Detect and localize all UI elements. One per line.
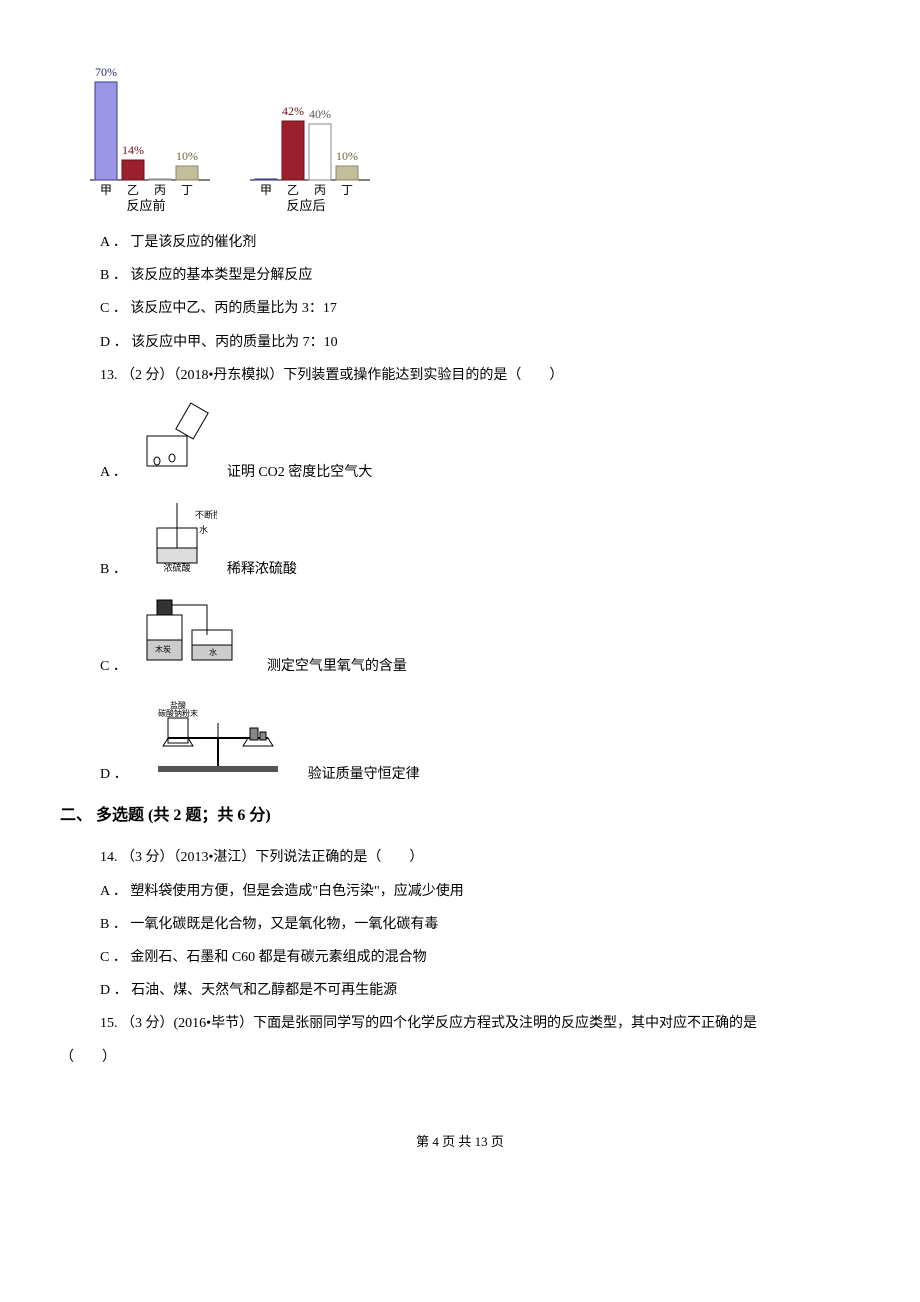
svg-text:不断搅拌: 不断搅拌: [195, 509, 217, 520]
option-prefix: C ．: [100, 950, 127, 965]
option-text: 金刚石、石墨和 C60 都是有碳元素组成的混合物: [130, 950, 426, 965]
svg-text:70%: 70%: [95, 65, 117, 79]
apparatus-oxygen-content-icon: 木炭 水: [137, 590, 257, 679]
option-prefix: C ．: [100, 301, 127, 316]
section-2-header: 二、 多选题 (共 2 题；共 6 分): [60, 802, 860, 831]
q13-stem: 13. （2 分）（2018•丹东模拟）下列装置或操作能达到实验目的的是（ ）: [100, 363, 860, 388]
q13-option-c: C ． 木炭 水 测定空气里氧气的含量: [100, 590, 860, 679]
svg-text:乙: 乙: [287, 183, 299, 197]
svg-text:碳酸钠粉末: 碳酸钠粉末: [158, 708, 198, 718]
option-text: 测定空气里氧气的含量: [267, 654, 407, 679]
q13-option-d: D ． 盐酸 碳酸钠粉末 验证质量守恒定律: [100, 688, 860, 787]
svg-text:40%: 40%: [309, 107, 331, 121]
svg-text:反应后: 反应后: [286, 198, 325, 213]
option-prefix: C ．: [100, 654, 127, 679]
option-text: 稀释浓硫酸: [227, 557, 297, 582]
option-text: 该反应中乙、丙的质量比为 3：17: [130, 301, 337, 316]
apparatus-co2-density-icon: [137, 396, 217, 485]
q14-option-c: C ． 金刚石、石墨和 C60 都是有碳元素组成的混合物: [100, 945, 860, 970]
apparatus-dilute-acid-icon: 不断搅拌 水 浓硫酸: [137, 493, 217, 582]
apparatus-mass-conservation-icon: 盐酸 碳酸钠粉末: [138, 688, 298, 787]
bar-chart-svg: 70% 14% 10% 甲 乙 丙 丁 反应前 42% 40%: [80, 50, 400, 220]
option-text: 该反应中甲、丙的质量比为 7：10: [131, 335, 338, 350]
q15-stem: 15. （3 分）(2016•毕节）下面是张丽同学写的四个化学反应方程式及注明的…: [100, 1011, 860, 1036]
svg-text:乙: 乙: [127, 183, 139, 197]
q12-option-c: C ． 该反应中乙、丙的质量比为 3：17: [100, 296, 860, 321]
option-prefix: B ．: [100, 268, 127, 283]
option-text: 验证质量守恒定律: [308, 762, 420, 787]
svg-text:甲: 甲: [100, 183, 112, 197]
option-prefix: D ．: [100, 335, 128, 350]
svg-text:丁: 丁: [181, 183, 193, 197]
option-prefix: D ．: [100, 762, 128, 787]
svg-text:木炭: 木炭: [155, 644, 171, 654]
svg-text:水: 水: [209, 647, 217, 657]
option-text: 一氧化碳既是化合物，又是氧化物，一氧化碳有毒: [130, 917, 438, 932]
svg-text:反应前: 反应前: [126, 198, 165, 213]
q12-option-a: A ． 丁是该反应的催化剂: [100, 230, 860, 255]
option-prefix: A ．: [100, 884, 127, 899]
option-text: 证明 CO2 密度比空气大: [227, 460, 372, 485]
svg-text:14%: 14%: [122, 143, 144, 157]
svg-text:10%: 10%: [336, 149, 358, 163]
option-prefix: B ．: [100, 917, 127, 932]
q12-option-d: D ． 该反应中甲、丙的质量比为 7：10: [100, 330, 860, 355]
option-prefix: A ．: [100, 235, 127, 250]
svg-text:甲: 甲: [260, 183, 272, 197]
option-text: 该反应的基本类型是分解反应: [130, 268, 312, 283]
q14-option-a: A ． 塑料袋使用方便，但是会造成"白色污染"，应减少使用: [100, 879, 860, 904]
option-prefix: B ．: [100, 557, 127, 582]
option-text: 丁是该反应的催化剂: [130, 235, 256, 250]
reaction-mass-chart: 70% 14% 10% 甲 乙 丙 丁 反应前 42% 40%: [80, 50, 860, 220]
q12-option-b: B ． 该反应的基本类型是分解反应: [100, 263, 860, 288]
option-prefix: A ．: [100, 460, 127, 485]
q14-stem: 14. （3 分）（2013•湛江）下列说法正确的是（ ）: [100, 845, 860, 870]
q14-option-b: B ． 一氧化碳既是化合物，又是氧化物，一氧化碳有毒: [100, 912, 860, 937]
q13-option-b: B ． 不断搅拌 水 浓硫酸 稀释浓硫酸: [100, 493, 860, 582]
svg-text:10%: 10%: [176, 149, 198, 163]
option-text: 石油、煤、天然气和乙醇都是不可再生能源: [131, 983, 397, 998]
option-prefix: D ．: [100, 983, 128, 998]
svg-text:水: 水: [199, 524, 208, 535]
page-footer: 第 4 页 共 13 页: [60, 1130, 860, 1153]
q14-option-d: D ． 石油、煤、天然气和乙醇都是不可再生能源: [100, 978, 860, 1003]
option-text: 塑料袋使用方便，但是会造成"白色污染"，应减少使用: [130, 884, 463, 899]
q15-stem-tail: （ ）: [60, 1045, 860, 1070]
svg-text:浓硫酸: 浓硫酸: [163, 562, 190, 573]
svg-text:42%: 42%: [282, 104, 304, 118]
svg-text:丙: 丙: [154, 183, 166, 197]
svg-text:丙: 丙: [314, 183, 326, 197]
svg-text:丁: 丁: [341, 183, 353, 197]
q13-option-a: A ． 证明 CO2 密度比空气大: [100, 396, 860, 485]
